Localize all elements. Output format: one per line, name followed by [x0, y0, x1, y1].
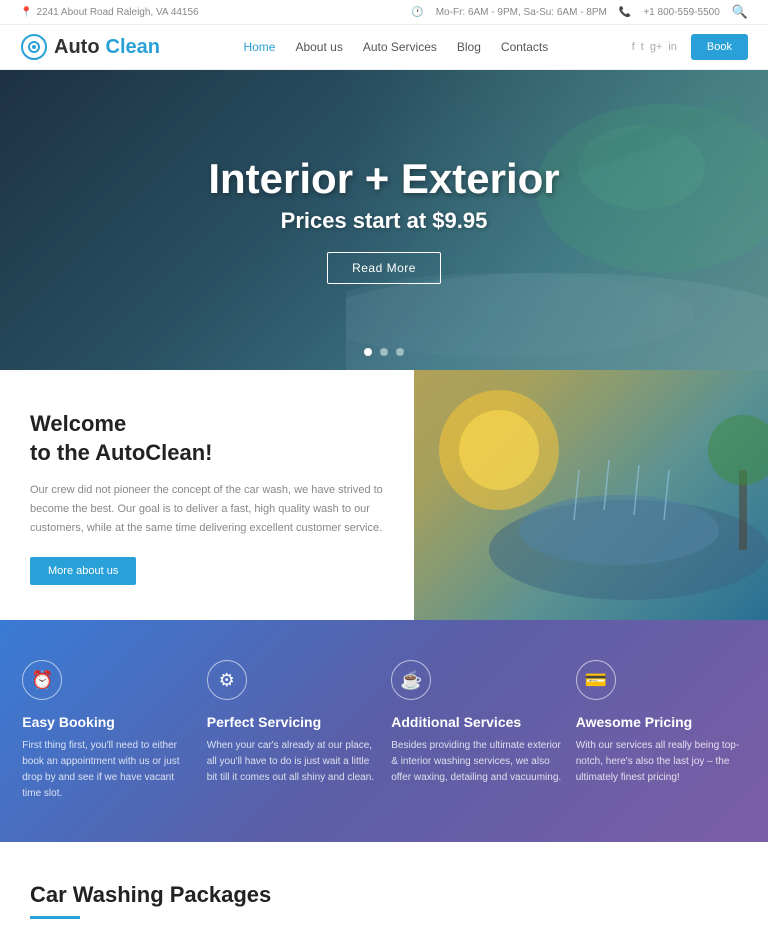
google-icon[interactable]: g+ [650, 41, 663, 53]
feature-desc-2: Besides providing the ultimate exterior … [391, 738, 561, 786]
welcome-section: Welcome to the AutoClean! Our crew did n… [0, 370, 768, 620]
more-about-button[interactable]: More about us [30, 557, 136, 585]
top-bar-address: 📍 2241 About Road Raleigh, VA 44156 [20, 7, 199, 18]
feature-perfect-servicing: ⚙ Perfect Servicing When your car's alre… [207, 660, 377, 786]
welcome-text-area: Welcome to the AutoClean! Our crew did n… [0, 370, 414, 620]
feature-desc-1: When your car's already at our place, al… [207, 738, 377, 786]
clock-icon: ⏰ [31, 670, 53, 691]
feature-desc-0: First thing first, you'll need to either… [22, 738, 192, 802]
welcome-car-illustration [414, 370, 768, 620]
nav-blog[interactable]: Blog [457, 40, 481, 54]
main-nav: Home About us Auto Services Blog Contact… [243, 40, 548, 54]
header: Auto Clean Home About us Auto Services Bl… [0, 25, 768, 70]
welcome-image [414, 370, 768, 620]
packages-underline [30, 916, 80, 919]
header-right: f t g+ in Book [632, 34, 748, 60]
phone-text: +1 800-559-5500 [643, 7, 719, 18]
feature-title-3: Awesome Pricing [576, 714, 692, 730]
address-text: 2241 About Road Raleigh, VA 44156 [36, 7, 198, 18]
welcome-title: Welcome to the AutoClean! [30, 410, 384, 467]
wallet-icon: 💳 [585, 670, 607, 691]
hero-cta-button[interactable]: Read More [327, 252, 441, 284]
feature-easy-booking: ⏰ Easy Booking First thing first, you'll… [22, 660, 192, 802]
logo: Auto Clean [20, 33, 160, 61]
location-icon: 📍 [20, 7, 32, 18]
nav-services[interactable]: Auto Services [363, 40, 437, 54]
hero-section: Interior + Exterior Prices start at $9.9… [0, 70, 768, 370]
hero-content: Interior + Exterior Prices start at $9.9… [208, 156, 559, 284]
hours-icon: 🕐 [411, 7, 423, 18]
social-icons: f t g+ in [632, 41, 677, 53]
search-icon[interactable]: 🔍 [732, 4, 748, 20]
hero-dot-2[interactable] [380, 348, 388, 356]
hero-dot-1[interactable] [364, 348, 372, 356]
feature-desc-3: With our services all really being top-n… [576, 738, 746, 786]
features-section: ⏰ Easy Booking First thing first, you'll… [0, 620, 768, 842]
feature-title-2: Additional Services [391, 714, 521, 730]
hero-dot-3[interactable] [396, 348, 404, 356]
additional-services-icon-wrap: ☕ [391, 660, 431, 700]
logo-clean-text: Clean [106, 36, 160, 59]
hero-title: Interior + Exterior [208, 156, 559, 202]
easy-booking-icon-wrap: ⏰ [22, 660, 62, 700]
awesome-pricing-icon-wrap: 💳 [576, 660, 616, 700]
book-button[interactable]: Book [691, 34, 748, 60]
phone-icon: 📞 [619, 7, 631, 18]
nav-about[interactable]: About us [295, 40, 342, 54]
feature-additional-services: ☕ Additional Services Besides providing … [391, 660, 561, 786]
hero-subtitle: Prices start at $9.95 [208, 208, 559, 234]
feature-title-1: Perfect Servicing [207, 714, 321, 730]
gear-icon: ⚙ [219, 670, 235, 691]
top-bar-right: 🕐 Mo-Fr: 6AM - 9PM, Sa-Su: 6AM - 8PM 📞 +… [411, 4, 748, 20]
logo-icon [20, 33, 48, 61]
feature-title-0: Easy Booking [22, 714, 115, 730]
nav-contacts[interactable]: Contacts [501, 40, 548, 54]
welcome-description: Our crew did not pioneer the concept of … [30, 481, 384, 537]
top-bar: 📍 2241 About Road Raleigh, VA 44156 🕐 Mo… [0, 0, 768, 25]
logo-auto-text: Auto [54, 36, 100, 59]
twitter-icon[interactable]: t [641, 41, 644, 53]
perfect-servicing-icon-wrap: ⚙ [207, 660, 247, 700]
packages-section: Car Washing Packages [0, 842, 768, 939]
packages-title: Car Washing Packages [30, 882, 738, 908]
feature-awesome-pricing: 💳 Awesome Pricing With our services all … [576, 660, 746, 786]
facebook-icon[interactable]: f [632, 41, 635, 53]
hero-dots [364, 348, 404, 356]
coffee-icon: ☕ [400, 670, 422, 691]
instagram-icon[interactable]: in [668, 41, 677, 53]
hours-text: Mo-Fr: 6AM - 9PM, Sa-Su: 6AM - 8PM [436, 7, 607, 18]
nav-home[interactable]: Home [243, 40, 275, 54]
